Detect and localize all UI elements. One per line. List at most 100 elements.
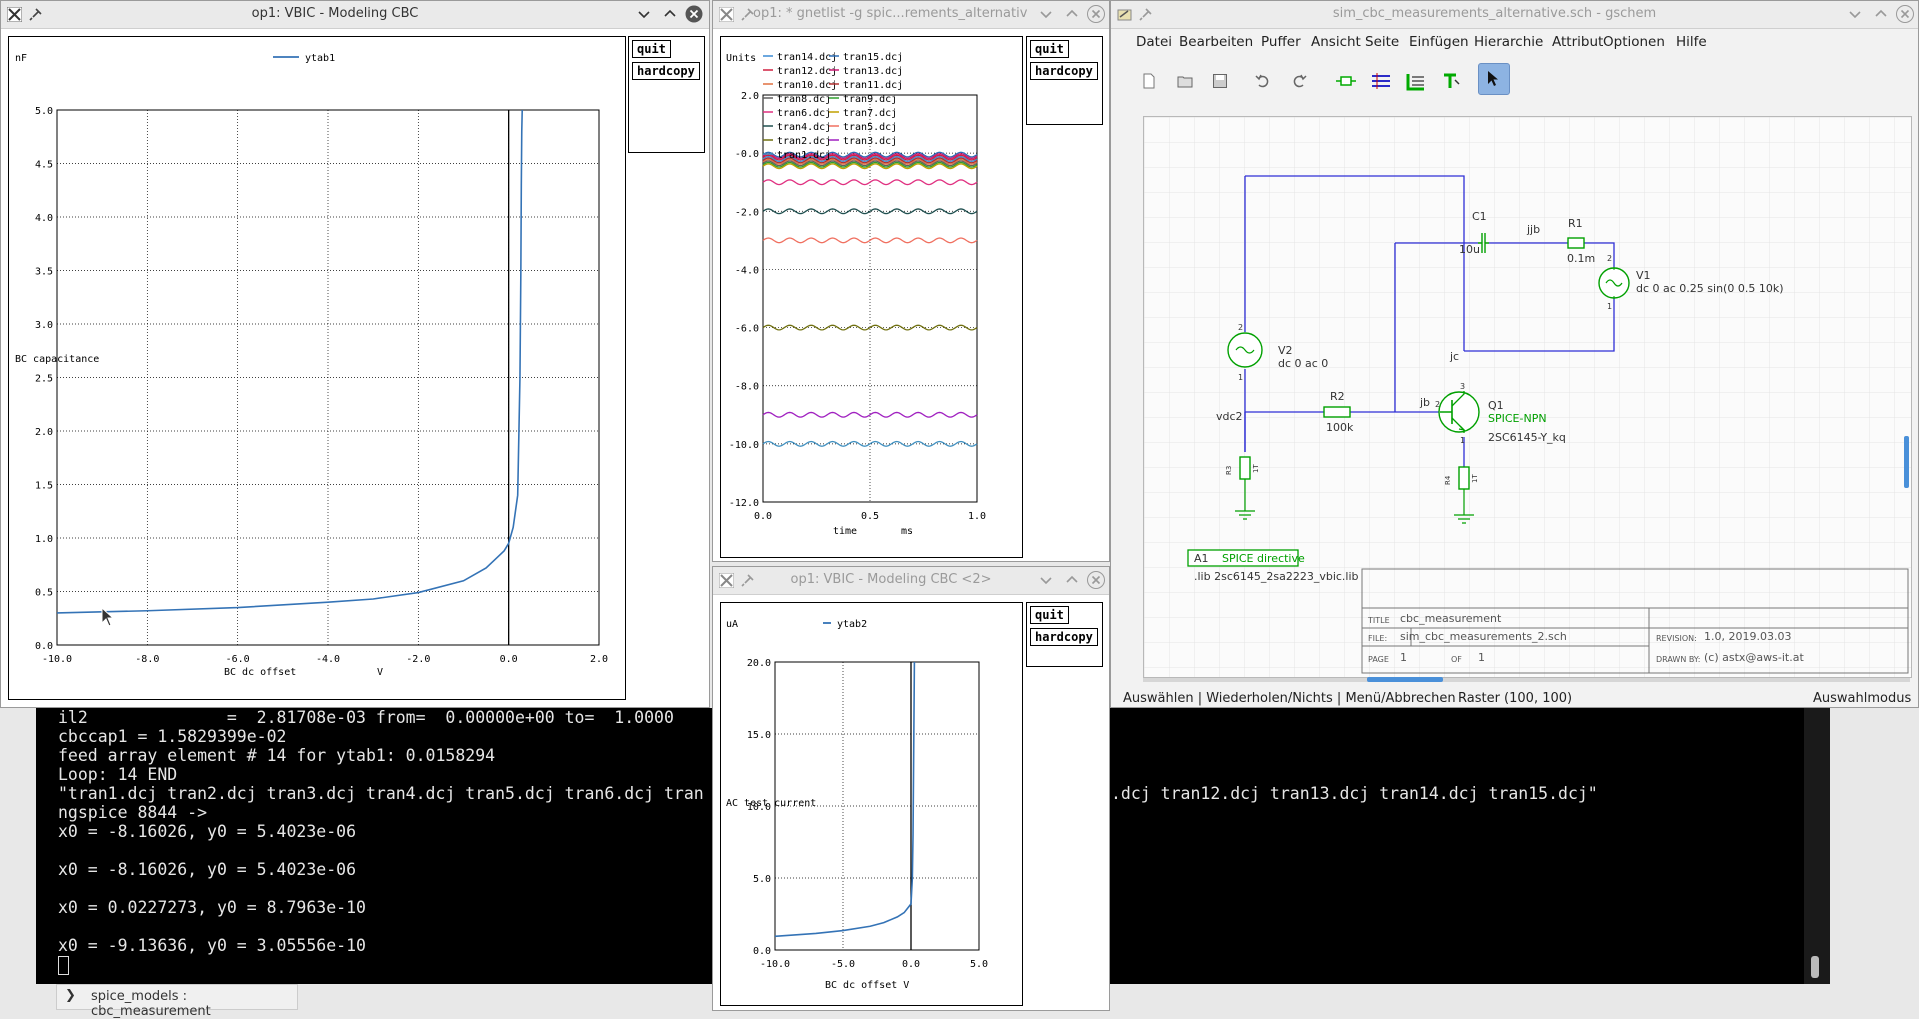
- x11-icon: [7, 7, 22, 22]
- open-file-icon[interactable]: [1177, 73, 1193, 89]
- select-tool-button[interactable]: [1478, 63, 1510, 95]
- legend-label: tran8.dcj: [777, 94, 831, 105]
- legend-label: tran11.dcj: [843, 80, 903, 91]
- minimize-icon[interactable]: [635, 5, 653, 23]
- new-file-icon[interactable]: [1141, 73, 1157, 89]
- schematic-canvas[interactable]: C1 10u jjb R1 0.1m 2 1 V1 dc 0 ac 0.25 s…: [1143, 116, 1912, 678]
- terminal-scrollbar[interactable]: [1804, 708, 1830, 984]
- horizontal-scrollbar-thumb[interactable]: [1367, 677, 1443, 682]
- v2-refdes: V2: [1278, 344, 1293, 357]
- x-tick-label: 1.0: [968, 511, 986, 522]
- r4-value: 1T: [1471, 474, 1479, 483]
- tb-page-value: 1: [1400, 651, 1407, 664]
- close-icon[interactable]: [1896, 5, 1914, 23]
- menu-puffer[interactable]: Puffer: [1261, 34, 1301, 50]
- menu-einfuegen[interactable]: Einfügen: [1409, 34, 1469, 50]
- add-text-icon[interactable]: [1441, 71, 1461, 91]
- y-tick-label: -4.0: [735, 265, 759, 276]
- menu-seite[interactable]: Seite: [1365, 34, 1399, 50]
- menu-hierarchie[interactable]: Hierarchie: [1474, 34, 1543, 50]
- menu-attribut[interactable]: Attribut: [1552, 34, 1603, 50]
- legend-label: tran7.dcj: [843, 108, 897, 119]
- maximize-icon[interactable]: [1872, 5, 1890, 23]
- x11-icon: [719, 7, 734, 22]
- voltage-source-v1[interactable]: [1598, 267, 1630, 299]
- close-icon[interactable]: [1087, 5, 1105, 23]
- y-tick-label: 2.0: [35, 427, 53, 438]
- hardcopy-button[interactable]: hardcopy: [632, 62, 700, 80]
- window-titlebar[interactable]: op1: * gnetlist -g spic...rements_altern…: [713, 1, 1109, 29]
- x-tick-label: -10.0: [760, 959, 790, 970]
- minimize-icon[interactable]: [1037, 571, 1055, 589]
- menu-optionen[interactable]: Optionen: [1603, 34, 1665, 50]
- r3-refdes: R3: [1225, 466, 1233, 475]
- maximize-icon[interactable]: [1063, 571, 1081, 589]
- y-tick-label: -6.0: [735, 324, 759, 335]
- window-titlebar[interactable]: sim_cbc_measurements_alternative.sch - g…: [1111, 1, 1918, 29]
- minimize-icon[interactable]: [1846, 5, 1864, 23]
- window-title: op1: VBIC - Modeling CBC <2>: [790, 572, 992, 587]
- hardcopy-button[interactable]: hardcopy: [1030, 62, 1098, 80]
- transient-window[interactable]: op1: * gnetlist -g spic...rements_altern…: [712, 0, 1110, 562]
- y-tick-label: 2.5: [35, 374, 53, 385]
- taskbar-label: spice_models : cbc_measurement: [91, 989, 211, 1019]
- menubar: Datei Bearbeiten Puffer Ansicht Seite Ei…: [1111, 34, 1918, 54]
- legend-label: tran1.dcj: [777, 150, 831, 161]
- maximize-icon[interactable]: [1063, 5, 1081, 23]
- redo-icon[interactable]: [1291, 73, 1307, 89]
- tb-drawnby-value: (c) astx@aws-it.at: [1704, 651, 1804, 664]
- add-net-icon[interactable]: [1371, 71, 1391, 91]
- v2-pin2: 2: [1238, 323, 1243, 332]
- q1-pin2: 2: [1435, 400, 1440, 409]
- v1-pin1: 1: [1607, 302, 1612, 311]
- terminal-prompt-icon: ❯: [65, 988, 76, 1003]
- close-icon[interactable]: [685, 5, 703, 23]
- y-tick-label: 3.5: [35, 267, 53, 278]
- legend-label: tran12.dcj: [777, 66, 837, 77]
- y-tick-label: 1.5: [35, 481, 53, 492]
- menu-ansicht[interactable]: Ansicht: [1311, 34, 1361, 50]
- tb-title-key: TITLE: [1367, 616, 1390, 625]
- tb-of-value: 1: [1478, 651, 1485, 664]
- quit-button[interactable]: quit: [632, 40, 671, 58]
- legend-label: tran10.dcj: [777, 80, 837, 91]
- tb-of-key: OF: [1451, 655, 1462, 664]
- y-unit-label: nF: [15, 53, 27, 64]
- legend-label: tran13.dcj: [843, 66, 903, 77]
- quit-button[interactable]: quit: [1030, 606, 1069, 624]
- horizontal-scrollbar[interactable]: [1143, 678, 1910, 682]
- a1-value: .lib 2sc6145_2sa2223_vbic.lib: [1194, 570, 1359, 583]
- y-tick-label: 15.0: [747, 730, 771, 741]
- resistor-r1[interactable]: [1567, 237, 1585, 249]
- vbic-window[interactable]: op1: VBIC - Modeling CBC 0.0 0.5 1.0 1.5 2.0…: [0, 0, 710, 708]
- window-titlebar[interactable]: op1: VBIC - Modeling CBC: [1, 1, 709, 29]
- transistor-q1[interactable]: [1438, 391, 1480, 433]
- menu-datei[interactable]: Datei: [1136, 34, 1172, 50]
- v2-pin1: 1: [1238, 373, 1243, 382]
- r2-refdes: R2: [1330, 390, 1345, 403]
- gschem-app-icon: [1117, 9, 1132, 21]
- taskbar-item[interactable]: ❯ spice_models : cbc_measurement: [56, 984, 298, 1019]
- v1-value: dc 0 ac 0.25 sin(0 0.5 10k): [1636, 282, 1784, 295]
- hardcopy-button[interactable]: hardcopy: [1030, 628, 1098, 646]
- window-titlebar[interactable]: op1: VBIC - Modeling CBC <2>: [713, 567, 1109, 595]
- quit-button[interactable]: quit: [1030, 40, 1069, 58]
- r1-value: 0.1m: [1567, 252, 1595, 265]
- y-tick-label: 0.5: [35, 588, 53, 599]
- undo-icon[interactable]: [1255, 73, 1271, 89]
- gschem-window[interactable]: sim_cbc_measurements_alternative.sch - g…: [1110, 0, 1919, 708]
- menu-hilfe[interactable]: Hilfe: [1676, 34, 1707, 50]
- c1-refdes: C1: [1472, 210, 1487, 223]
- voltage-source-v2[interactable]: [1227, 332, 1263, 368]
- vertical-scrollbar-thumb[interactable]: [1904, 436, 1909, 488]
- save-file-icon[interactable]: [1212, 73, 1228, 89]
- maximize-icon[interactable]: [661, 5, 679, 23]
- x-axis-label: BC dc offset V: [825, 980, 909, 991]
- menu-bearbeiten[interactable]: Bearbeiten: [1179, 34, 1253, 50]
- add-component-icon[interactable]: [1336, 73, 1356, 89]
- close-icon[interactable]: [1087, 571, 1105, 589]
- add-bus-icon[interactable]: [1406, 71, 1426, 91]
- vbic2-window[interactable]: op1: VBIC - Modeling CBC <2> 0.0 5.0 10.0 1…: [712, 566, 1110, 1011]
- minimize-icon[interactable]: [1037, 5, 1055, 23]
- resistor-r2[interactable]: [1323, 406, 1351, 418]
